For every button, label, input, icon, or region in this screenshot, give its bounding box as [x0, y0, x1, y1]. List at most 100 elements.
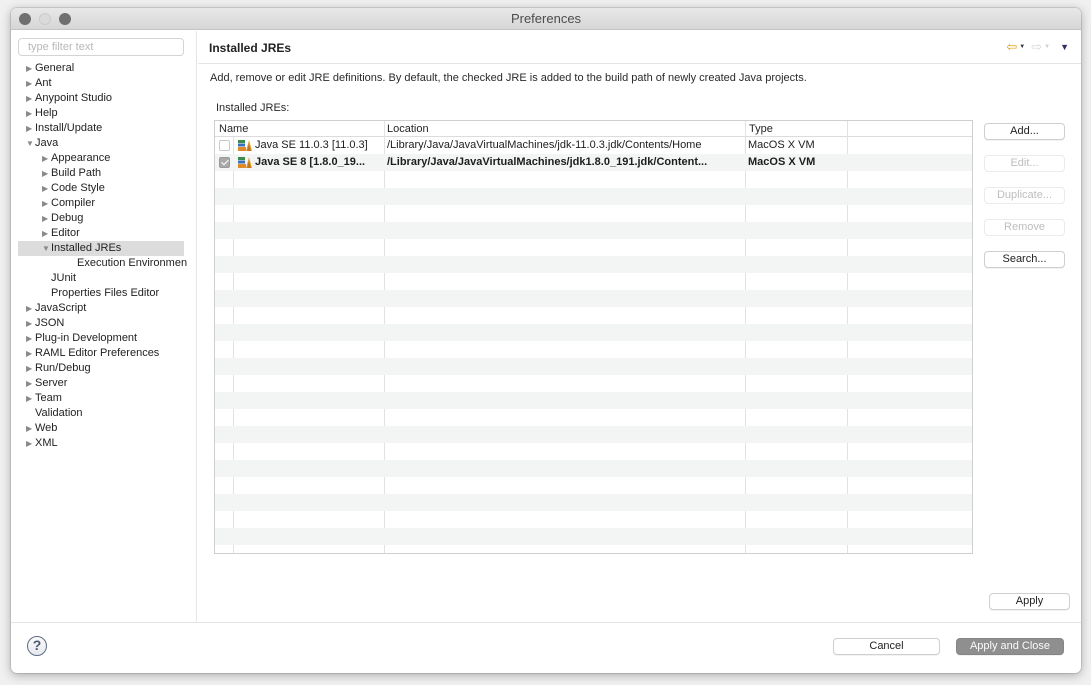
collapse-arrow-icon[interactable]: ▼	[42, 241, 51, 256]
tree-item-compiler[interactable]: ▶ Compiler	[11, 196, 197, 211]
tree-item-label: Run/Debug	[35, 362, 91, 374]
tree-item-general[interactable]: ▶ General	[11, 61, 197, 76]
page-navigation: ⇦ ▼ ⇨ ▼ ▼	[1006, 40, 1069, 53]
column-header-extra[interactable]	[849, 121, 851, 137]
tree-item-appearance[interactable]: ▶ Appearance	[11, 151, 197, 166]
tree-item-javascript[interactable]: ▶ JavaScript	[11, 301, 197, 316]
expand-arrow-icon[interactable]: ▶	[26, 391, 35, 406]
installed-jres-table: Name Location Type Java SE 11.0.3 [11.0.…	[214, 120, 973, 554]
forward-history-dropdown-icon[interactable]: ▼	[1044, 44, 1050, 50]
tree-item-validation[interactable]: Validation	[11, 406, 197, 421]
tree-item-install-update[interactable]: ▶ Install/Update	[11, 121, 197, 136]
column-header-location[interactable]: Location	[385, 121, 429, 137]
jre-library-icon	[238, 157, 252, 168]
tree-item-raml-editor-preferences[interactable]: ▶ RAML Editor Preferences	[11, 346, 197, 361]
default-jre-checkbox[interactable]	[219, 140, 230, 151]
zoom-window-button[interactable]	[59, 13, 71, 25]
back-arrow-icon[interactable]: ⇦	[1006, 40, 1017, 53]
tree-item-execution-environmen[interactable]: Execution Environmen	[11, 256, 197, 271]
expand-arrow-icon[interactable]: ▶	[26, 301, 35, 316]
empty-table-row	[215, 171, 972, 188]
apply-button[interactable]: Apply	[989, 593, 1070, 610]
tree-item-ant[interactable]: ▶ Ant	[11, 76, 197, 91]
cancel-button[interactable]: Cancel	[833, 638, 940, 655]
close-window-button[interactable]	[19, 13, 31, 25]
tree-item-server[interactable]: ▶ Server	[11, 376, 197, 391]
add-button[interactable]: Add...	[984, 123, 1065, 140]
remove-button[interactable]: Remove	[984, 219, 1065, 236]
help-icon[interactable]: ?	[27, 636, 47, 656]
back-history-dropdown-icon[interactable]: ▼	[1019, 44, 1025, 50]
tree-item-label: JavaScript	[35, 302, 87, 314]
column-header-type[interactable]: Type	[747, 121, 773, 137]
tree-item-anypoint-studio[interactable]: ▶ Anypoint Studio	[11, 91, 197, 106]
expand-arrow-icon[interactable]: ▶	[26, 106, 35, 121]
jre-type: MacOS X VM	[748, 139, 815, 151]
title-bar[interactable]: Preferences	[11, 8, 1081, 30]
window-title: Preferences	[510, 11, 582, 26]
expand-arrow-icon[interactable]: ▶	[26, 436, 35, 451]
expand-arrow-icon[interactable]: ▶	[26, 376, 35, 391]
apply-and-close-button[interactable]: Apply and Close	[956, 638, 1064, 655]
empty-table-row	[215, 273, 972, 290]
tree-item-label: Debug	[51, 212, 84, 224]
search-button[interactable]: Search...	[984, 251, 1065, 268]
view-menu-icon[interactable]: ▼	[1060, 42, 1069, 52]
tree-item-properties-files-editor[interactable]: Properties Files Editor	[11, 286, 197, 301]
expand-arrow-icon[interactable]: ▶	[26, 91, 35, 106]
tree-item-xml[interactable]: ▶ XML	[11, 436, 197, 451]
tree-item-label: Install/Update	[35, 122, 103, 134]
table-row[interactable]: Java SE 8 [1.8.0_19... /Library/Java/Java…	[215, 154, 972, 171]
jre-name: Java SE 11.0.3 [11.0.3]	[255, 139, 368, 151]
tree-item-editor[interactable]: ▶ Editor	[11, 226, 197, 241]
tree-item-label: XML	[35, 437, 58, 449]
expand-arrow-icon[interactable]: ▶	[26, 331, 35, 346]
tree-item-label: JSON	[35, 317, 65, 329]
table-row[interactable]: Java SE 11.0.3 [11.0.3] /Library/Java/Jav…	[215, 137, 972, 154]
expand-arrow-icon[interactable]: ▶	[26, 316, 35, 331]
tree-item-label: Build Path	[51, 167, 102, 179]
empty-table-row	[215, 341, 972, 358]
expand-arrow-icon[interactable]: ▶	[42, 211, 51, 226]
default-jre-checkbox[interactable]	[219, 157, 230, 168]
preference-tree-pane: ▶General▶Ant▶Anypoint Studio▶Help▶Instal…	[11, 31, 197, 622]
expand-arrow-icon[interactable]: ▶	[42, 151, 51, 166]
expand-arrow-icon[interactable]: ▶	[42, 166, 51, 181]
preferences-window: Preferences ▶General▶Ant▶Anypoint Studio…	[11, 8, 1081, 673]
tree-item-junit[interactable]: JUnit	[11, 271, 197, 286]
expand-arrow-icon[interactable]: ▶	[26, 121, 35, 136]
expand-arrow-icon[interactable]: ▶	[26, 76, 35, 91]
filter-input[interactable]	[18, 38, 184, 56]
empty-table-row	[215, 460, 972, 477]
edit-button[interactable]: Edit...	[984, 155, 1065, 172]
tree-item-web[interactable]: ▶ Web	[11, 421, 197, 436]
expand-arrow-icon[interactable]: ▶	[26, 346, 35, 361]
column-header-name[interactable]: Name	[217, 121, 248, 137]
tree-item-run-debug[interactable]: ▶ Run/Debug	[11, 361, 197, 376]
tree-item-json[interactable]: ▶ JSON	[11, 316, 197, 331]
collapse-arrow-icon[interactable]: ▼	[26, 136, 35, 151]
empty-table-row	[215, 324, 972, 341]
tree-item-installed-jres[interactable]: ▼Installed JREs	[18, 241, 184, 256]
tree-item-code-style[interactable]: ▶ Code Style	[11, 181, 197, 196]
empty-table-row	[215, 392, 972, 409]
tree-item-debug[interactable]: ▶ Debug	[11, 211, 197, 226]
expand-arrow-icon[interactable]: ▶	[42, 196, 51, 211]
expand-arrow-icon[interactable]: ▶	[26, 361, 35, 376]
tree-item-build-path[interactable]: ▶ Build Path	[11, 166, 197, 181]
minimize-window-button[interactable]	[39, 13, 51, 25]
expand-arrow-icon[interactable]: ▶	[42, 181, 51, 196]
tree-item-team[interactable]: ▶ Team	[11, 391, 197, 406]
tree-item-label: Editor	[51, 227, 80, 239]
expand-arrow-icon[interactable]: ▶	[26, 61, 35, 76]
empty-table-row	[215, 375, 972, 392]
expand-arrow-icon[interactable]: ▶	[42, 226, 51, 241]
tree-item-java[interactable]: ▼Java	[11, 136, 197, 151]
expand-arrow-icon[interactable]: ▶	[26, 421, 35, 436]
empty-table-row	[215, 545, 972, 553]
duplicate-button[interactable]: Duplicate...	[984, 187, 1065, 204]
tree-item-help[interactable]: ▶ Help	[11, 106, 197, 121]
tree-item-label: Java	[35, 137, 59, 149]
tree-item-plug-in-development[interactable]: ▶ Plug-in Development	[11, 331, 197, 346]
forward-arrow-icon[interactable]: ⇨	[1031, 40, 1042, 53]
